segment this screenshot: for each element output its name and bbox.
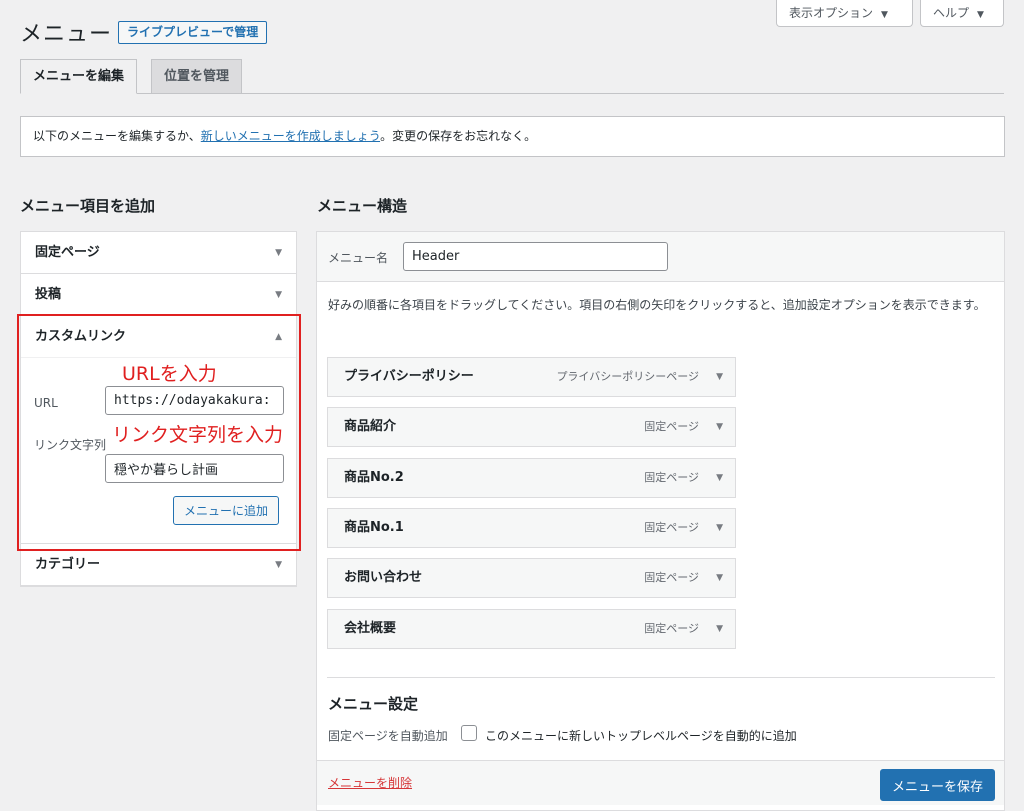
menu-item-title: 商品紹介 — [344, 419, 397, 434]
save-menu-button[interactable]: メニューを保存 — [880, 769, 995, 801]
menu-item[interactable]: 商品紹介 固定ページ ▼ — [327, 407, 736, 447]
chevron-down-icon[interactable]: ▼ — [716, 408, 723, 446]
menu-item-title: 商品No.1 — [344, 520, 404, 535]
notice-text-before: 以下のメニューを編集するか、 — [33, 129, 201, 143]
chevron-down-icon[interactable]: ▼ — [716, 358, 723, 396]
menu-item-type: プライバシーポリシーページ — [556, 370, 699, 383]
menu-settings-heading: メニュー設定 — [328, 695, 419, 713]
auto-add-pages-label: 固定ページを自動追加 — [328, 729, 448, 743]
menu-item-type: 固定ページ — [644, 571, 699, 584]
menu-name-label: メニュー名 — [328, 251, 389, 265]
menu-item-type: 固定ページ — [644, 521, 699, 534]
help-label: ヘルプ — [933, 6, 970, 20]
accordion-posts[interactable]: 投稿 ▼ — [21, 274, 296, 316]
accordion-pages[interactable]: 固定ページ ▼ — [21, 232, 296, 274]
chevron-down-icon[interactable]: ▼ — [716, 509, 723, 547]
delete-menu-link[interactable]: メニューを削除 — [328, 774, 412, 791]
accordion-posts-label: 投稿 — [35, 287, 62, 302]
screen-options-button[interactable]: 表示オプション ▼ — [776, 0, 913, 27]
accordion-categories-label: カテゴリー — [35, 557, 101, 572]
menu-structure-heading: メニュー構造 — [317, 197, 408, 215]
menu-item-type: 固定ページ — [644, 622, 699, 635]
menu-item[interactable]: プライバシーポリシー プライバシーポリシーページ ▼ — [327, 357, 736, 397]
page-title: メニュー — [20, 22, 113, 47]
menu-item[interactable]: 会社概要 固定ページ ▼ — [327, 609, 736, 649]
menu-item[interactable]: 商品No.2 固定ページ ▼ — [327, 458, 736, 498]
accordion-pages-label: 固定ページ — [35, 245, 100, 260]
chevron-down-icon[interactable]: ▼ — [716, 559, 723, 597]
help-button[interactable]: ヘルプ ▼ — [920, 0, 1004, 27]
menu-item-title: お問い合わせ — [344, 570, 423, 585]
notice-text-after: 。変更の保存をお忘れなく。 — [380, 129, 537, 143]
menu-item-title: 商品No.2 — [344, 470, 404, 485]
menu-item-type: 固定ページ — [644, 471, 699, 484]
caret-down-icon: ▼ — [977, 10, 984, 20]
tab-edit-menus[interactable]: メニューを編集 — [20, 59, 138, 94]
screen-options-label: 表示オプション — [789, 6, 874, 20]
menu-item-title: プライバシーポリシー — [344, 369, 474, 384]
chevron-down-icon[interactable]: ▼ — [716, 610, 723, 648]
chevron-down-icon[interactable]: ▼ — [716, 459, 723, 497]
auto-add-pages-option[interactable]: このメニューに新しいトップレベルページを自動的に追加 — [485, 727, 797, 744]
chevron-down-icon: ▼ — [275, 248, 282, 258]
menu-item[interactable]: 商品No.1 固定ページ ▼ — [327, 508, 736, 548]
drag-instructions: 好みの順番に各項目をドラッグしてください。項目の右側の矢印をクリックすると、追加… — [328, 298, 986, 312]
annotation-link-text-hint: リンク文字列を入力 — [112, 424, 284, 446]
menu-item[interactable]: お問い合わせ 固定ページ ▼ — [327, 558, 736, 598]
annotation-url-hint: URLを入力 — [122, 363, 217, 385]
menu-item-type: 固定ページ — [644, 420, 699, 433]
create-new-menu-link[interactable]: 新しいメニューを作成しましょう — [201, 129, 380, 143]
add-menu-items-heading: メニュー項目を追加 — [20, 197, 156, 215]
notice-box: 以下のメニューを編集するか、新しいメニューを作成しましょう。変更の保存をお忘れな… — [20, 116, 1005, 157]
tab-manage-locations[interactable]: 位置を管理 — [151, 59, 243, 94]
caret-down-icon: ▼ — [881, 10, 888, 20]
menu-item-title: 会社概要 — [344, 621, 397, 636]
auto-add-pages-checkbox[interactable] — [461, 725, 477, 741]
menu-name-input[interactable] — [403, 242, 668, 271]
settings-divider — [327, 677, 995, 678]
chevron-down-icon: ▼ — [275, 290, 282, 300]
live-preview-button[interactable]: ライブプレビューで管理 — [118, 21, 268, 44]
